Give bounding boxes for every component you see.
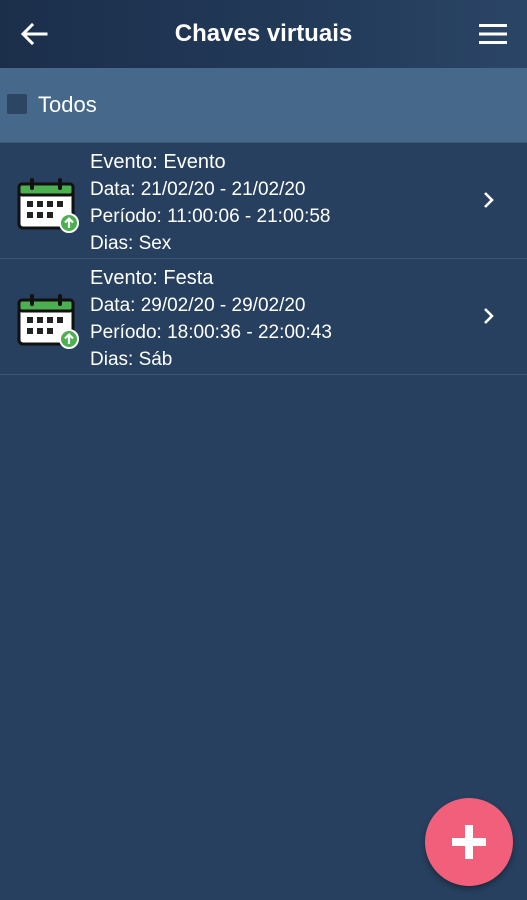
event-date: Data: 21/02/20 - 21/02/20: [90, 179, 306, 200]
menu-button[interactable]: [475, 18, 511, 50]
select-all-row[interactable]: Todos: [0, 68, 527, 143]
list-item[interactable]: Evento: Festa Data: 29/02/20 - 29/02/20 …: [0, 259, 527, 375]
chevron-right-icon: [484, 308, 494, 324]
event-details: Evento: Festa Data: 29/02/20 - 29/02/20 …: [90, 265, 332, 373]
select-all-checkbox[interactable]: [7, 94, 27, 114]
hamburger-menu-icon: [479, 24, 507, 44]
event-list: Evento: Evento Data: 21/02/20 - 21/02/20…: [0, 143, 527, 375]
event-details: Evento: Evento Data: 21/02/20 - 21/02/20…: [90, 149, 331, 257]
plus-icon: [452, 825, 486, 859]
select-all-label: Todos: [38, 92, 97, 117]
screen: Chaves virtuais Todos Evento: Evento Dat…: [0, 0, 527, 900]
chevron-right-icon: [484, 192, 494, 208]
event-date: Data: 29/02/20 - 29/02/20: [90, 295, 306, 316]
event-period: Período: 18:00:36 - 22:00:43: [90, 322, 332, 343]
event-name: Evento: Festa: [90, 267, 214, 289]
page-title: Chaves virtuais: [174, 20, 353, 47]
back-button[interactable]: [16, 18, 52, 50]
event-days: Dias: Sex: [90, 233, 172, 254]
event-days: Dias: Sáb: [90, 349, 173, 370]
arrow-left-icon: [20, 22, 48, 46]
event-period: Período: 11:00:06 - 21:00:58: [90, 206, 331, 227]
app-bar: Chaves virtuais: [0, 0, 527, 68]
list-item[interactable]: Evento: Evento Data: 21/02/20 - 21/02/20…: [0, 143, 527, 259]
add-key-button[interactable]: [425, 798, 513, 886]
calendar-upload-icon: [17, 178, 79, 233]
event-name: Evento: Evento: [90, 151, 226, 173]
calendar-upload-icon: [17, 294, 79, 349]
